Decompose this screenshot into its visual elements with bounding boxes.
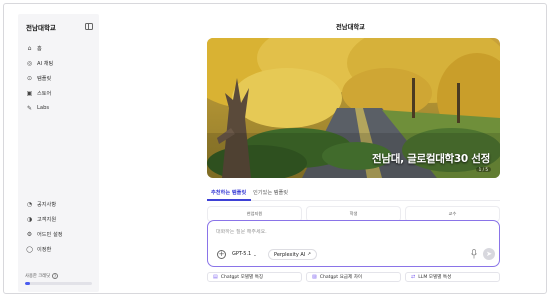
chevron-down-icon: ⌄ xyxy=(253,251,257,257)
sidebar-item-label: 고객지원 xyxy=(37,216,57,223)
credit-usage-fill xyxy=(25,282,31,285)
labs-icon: ✎ xyxy=(26,104,33,112)
page-title: 전남대학교 xyxy=(336,24,365,31)
sidebar-item-label: 템플릿 xyxy=(37,75,52,82)
sidebar-item-user[interactable]: ◯ 이정환 xyxy=(26,244,51,254)
model-selector[interactable]: GPT-5.1 ⌄ xyxy=(232,251,257,257)
template-icon: ⊙ xyxy=(26,74,33,82)
brand-title: 전남대학교 xyxy=(26,24,56,32)
suggestion-chip[interactable]: ▨ Chatgpt 요금제 차이 xyxy=(306,272,401,282)
sidebar-item-store[interactable]: ▣ 스토어 xyxy=(26,88,52,98)
edit-icon: ▨ xyxy=(312,274,317,280)
app-window: 전남대학교 ⌂ 홈 ◎ AI 채팅 ⊙ 템플릿 ▣ 스토어 ✎ Labs ◔ 공… xyxy=(3,3,547,294)
tool-name: Perplexity AI xyxy=(274,251,306,258)
sidebar-item-label: 공지사항 xyxy=(37,201,57,208)
sidebar-item-label: 어드민 설정 xyxy=(37,231,63,238)
user-icon: ◯ xyxy=(26,245,33,253)
sidebar-item-ai-chat[interactable]: ◎ AI 채팅 xyxy=(26,58,53,68)
perplexity-tool-button[interactable]: Perplexity AI ↗ xyxy=(268,249,318,260)
send-arrow-icon: ➤ xyxy=(486,250,492,258)
sidebar-item-home[interactable]: ⌂ 홈 xyxy=(26,43,42,53)
store-icon: ▣ xyxy=(26,89,33,97)
credit-usage-bar xyxy=(25,282,92,285)
sidebar-item-label: 스토어 xyxy=(37,90,52,97)
settings-icon: ⚙ xyxy=(26,230,33,238)
credit-usage-label: 사용한 크레딧 ? xyxy=(25,273,59,279)
compare-icon: ⇄ xyxy=(411,274,416,280)
sidebar-item-label: Labs xyxy=(37,105,50,111)
sidebar-item-labs[interactable]: ✎ Labs xyxy=(26,103,49,113)
suggestion-chip[interactable]: ⇄ LLM 모델별 특성 xyxy=(405,272,500,282)
suggestion-label: Chatgpt 모델별 특징 xyxy=(220,275,264,280)
suggestion-chip[interactable]: ▤ Chatgpt 모델별 특징 xyxy=(207,272,302,282)
tab-recommended-templates[interactable]: 추천하는 템플릿 xyxy=(211,189,246,196)
microphone-icon[interactable] xyxy=(471,249,477,259)
sidebar-collapse-icon[interactable] xyxy=(85,23,93,30)
chat-composer: + GPT-5.1 ⌄ Perplexity AI ↗ ➤ xyxy=(207,220,500,267)
sidebar-item-label: AI 채팅 xyxy=(37,60,54,67)
tab-popular-templates[interactable]: 인기있는 템플릿 xyxy=(253,189,288,196)
sidebar-item-label: 홈 xyxy=(37,45,42,52)
hero-pagination[interactable]: 1 / 5 xyxy=(475,167,491,172)
sidebar: 전남대학교 ⌂ 홈 ◎ AI 채팅 ⊙ 템플릿 ▣ 스토어 ✎ Labs ◔ 공… xyxy=(18,14,99,292)
sidebar-item-announcements[interactable]: ◔ 공지사항 xyxy=(26,199,56,209)
sidebar-item-templates[interactable]: ⊙ 템플릿 xyxy=(26,73,51,83)
credit-usage-text: 사용한 크레딧 xyxy=(25,274,51,279)
active-tab-indicator xyxy=(207,199,251,201)
suggestion-label: Chatgpt 요금제 차이 xyxy=(319,275,363,280)
announcement-icon: ◔ xyxy=(26,200,33,208)
model-name: GPT-5.1 xyxy=(232,251,252,257)
support-icon: ◑ xyxy=(26,215,33,223)
sidebar-item-admin-settings[interactable]: ⚙ 어드민 설정 xyxy=(26,229,63,239)
home-icon: ⌂ xyxy=(27,44,32,52)
chat-bubble-icon: ▤ xyxy=(213,274,218,280)
hero-banner[interactable]: 전남대, 글로컬대학30 선정 1 / 5 xyxy=(207,38,500,178)
suggestion-label: LLM 모델별 특성 xyxy=(418,275,452,280)
add-attachment-icon[interactable]: + xyxy=(217,250,226,259)
help-icon[interactable]: ? xyxy=(52,273,59,279)
external-link-icon: ↗ xyxy=(307,252,312,257)
send-button[interactable]: ➤ xyxy=(483,248,495,260)
sidebar-item-support[interactable]: ◑ 고객지원 xyxy=(26,214,56,224)
hero-caption: 전남대, 글로컬대학30 선정 xyxy=(371,153,490,165)
chat-input[interactable] xyxy=(216,229,466,235)
sidebar-item-label: 이정환 xyxy=(37,246,52,253)
chat-icon: ◎ xyxy=(26,59,33,67)
